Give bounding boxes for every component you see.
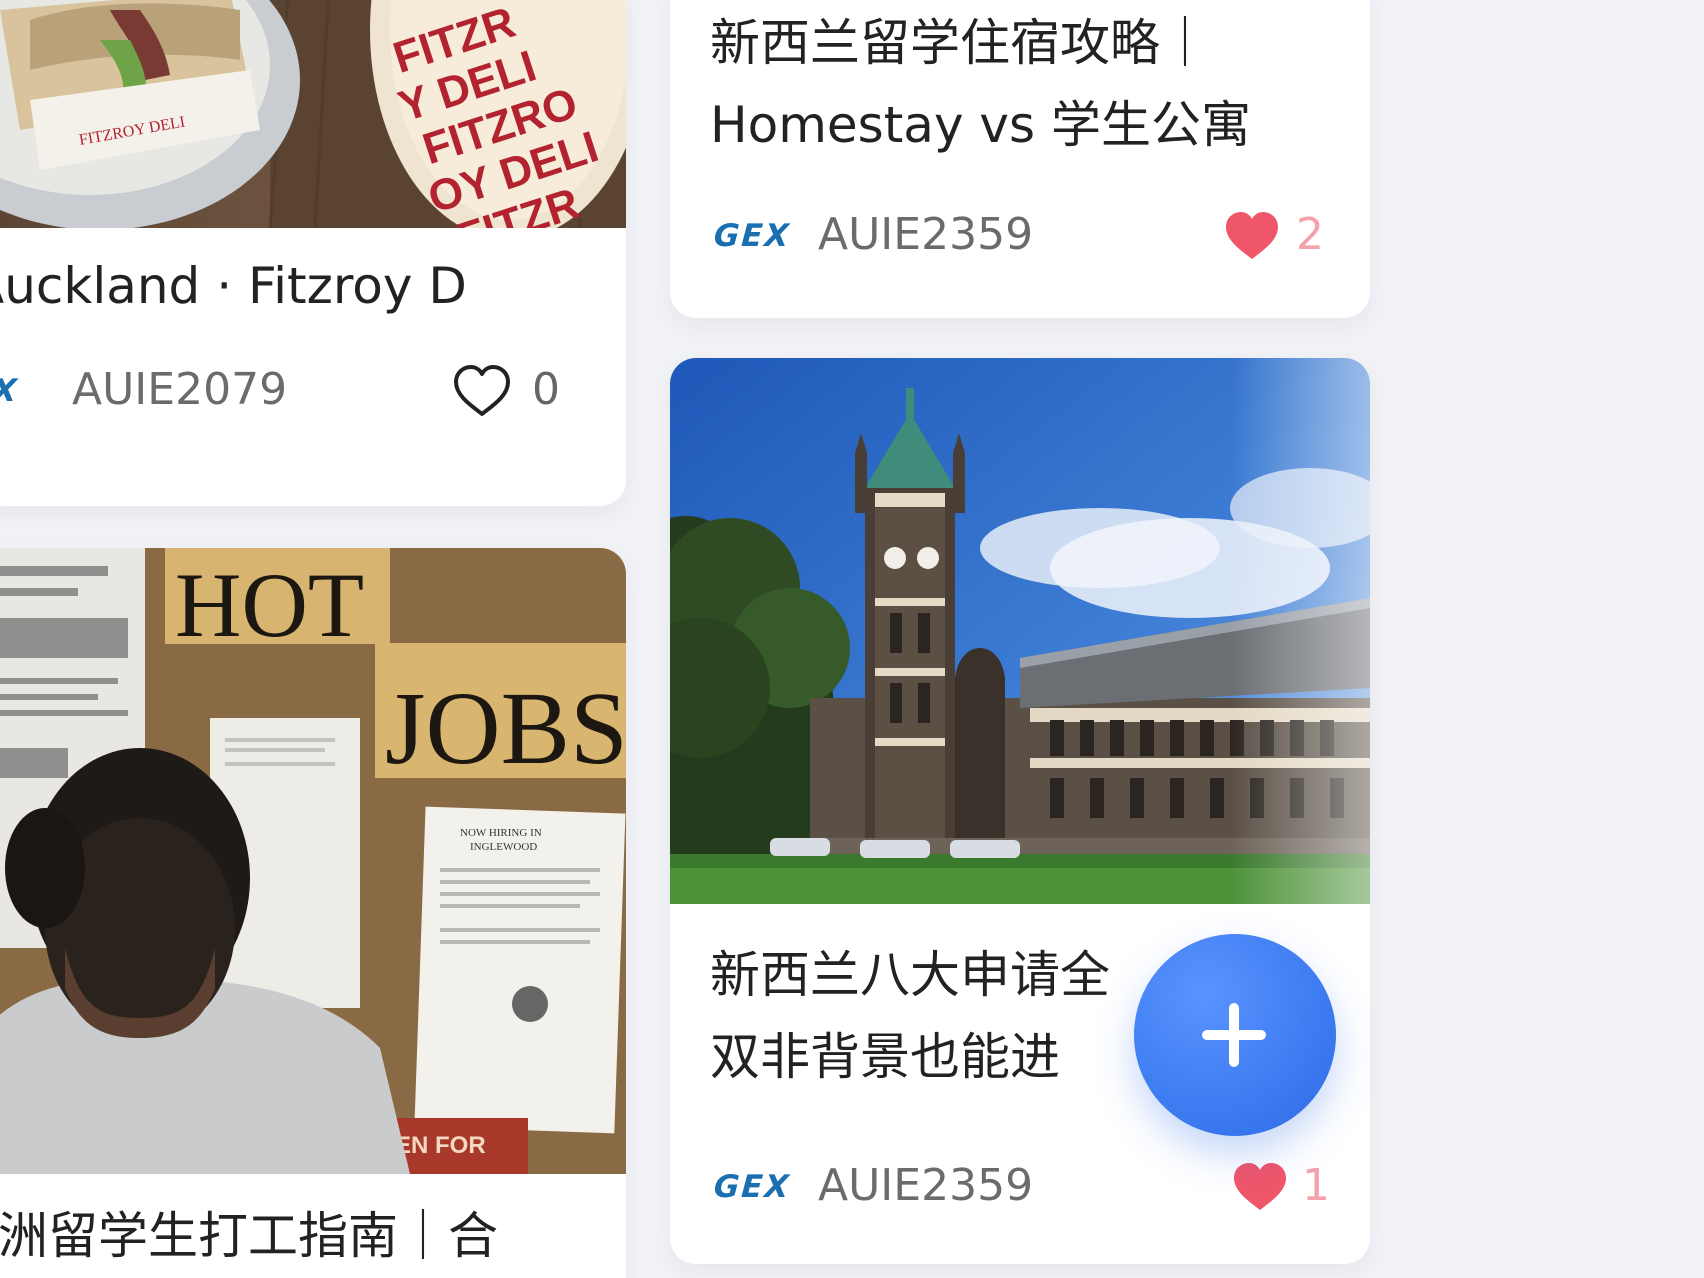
heart-outline-icon[interactable]: [452, 364, 512, 418]
post-title-line: Auckland · Fitzroy D: [0, 257, 467, 315]
brand-logo: GEX: [0, 373, 20, 409]
post-title-line: Homestay vs 学生公寓: [710, 96, 1251, 154]
like-count: 1: [1302, 1160, 1330, 1211]
svg-text:HOT: HOT: [175, 554, 364, 656]
add-post-button[interactable]: [1134, 934, 1336, 1136]
like-count: 2: [1296, 209, 1324, 260]
university-clocktower-photo: [670, 358, 1370, 904]
post-photo: FITZROY DELI FITZR Y DELI FITZRO OY DELI…: [0, 0, 626, 228]
post-card[interactable]: FITZROY DELI FITZR Y DELI FITZRO OY DELI…: [0, 0, 626, 506]
brand-logo: GEX: [712, 218, 792, 254]
svg-text:INGLEWOOD: INGLEWOOD: [470, 841, 537, 853]
post-title-line: 澳洲留学生打工指南｜合: [0, 1207, 498, 1265]
post-footer: GEX AUIE2079 0: [0, 360, 598, 420]
svg-text:JOBS: JOBS: [385, 671, 626, 786]
heart-filled-icon[interactable]: [1222, 209, 1282, 263]
plus-icon-vertical: [1229, 1003, 1239, 1067]
svg-text:NOW HIRING IN: NOW HIRING IN: [460, 827, 542, 839]
post-title-line: 新西兰留学住宿攻略｜: [710, 14, 1210, 72]
post-footer: GEX AUIE2359 1: [712, 1156, 1354, 1216]
post-card[interactable]: 新西兰留学住宿攻略｜ Homestay vs 学生公寓 GEX AUIE2359…: [670, 0, 1370, 318]
food-photo: FITZROY DELI FITZR Y DELI FITZRO OY DELI…: [0, 0, 626, 228]
post-photo: HOT JOBS NOW HIRING IN INGLEWOOD EN FOR: [0, 548, 626, 1174]
feed: FITZROY DELI FITZR Y DELI FITZRO OY DELI…: [0, 0, 1704, 1278]
post-title: Auckland · Fitzroy D: [0, 245, 626, 327]
jobs-board-photo: HOT JOBS NOW HIRING IN INGLEWOOD EN FOR: [0, 548, 626, 1174]
svg-text:EN FOR: EN FOR: [395, 1132, 486, 1159]
post-title: 新西兰留学住宿攻略｜ Homestay vs 学生公寓: [710, 2, 1350, 166]
post-card[interactable]: HOT JOBS NOW HIRING IN INGLEWOOD EN FOR …: [0, 548, 626, 1278]
post-photo: [670, 358, 1370, 904]
like-count: 0: [532, 364, 560, 415]
post-title: 澳洲留学生打工指南｜合: [0, 1195, 626, 1277]
author-name[interactable]: AUIE2359: [818, 1156, 1033, 1216]
heart-filled-icon[interactable]: [1230, 1160, 1290, 1214]
brand-logo: GEX: [712, 1169, 792, 1205]
author-name[interactable]: AUIE2359: [818, 205, 1033, 265]
author-name[interactable]: AUIE2079: [72, 360, 287, 420]
post-footer: GEX AUIE2359 2: [712, 205, 1354, 265]
